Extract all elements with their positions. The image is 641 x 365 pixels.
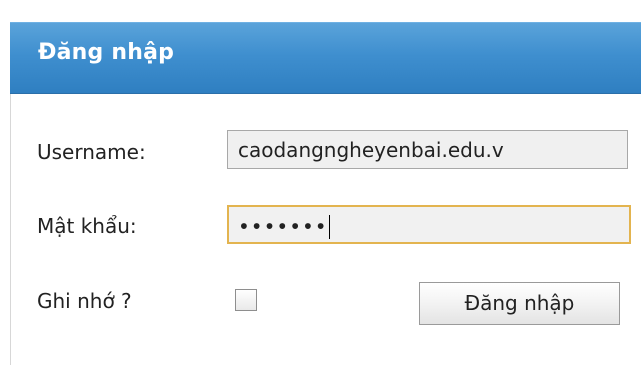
username-value: caodangngheyenbai.edu.v — [238, 138, 504, 162]
remember-checkbox[interactable] — [235, 289, 257, 311]
login-header: Đăng nhập — [10, 22, 641, 94]
login-title: Đăng nhập — [38, 40, 175, 65]
password-input[interactable]: ••••••• — [227, 205, 631, 244]
password-value: ••••••• — [238, 214, 328, 239]
password-label: Mật khẩu: — [37, 214, 137, 238]
text-caret — [328, 214, 330, 239]
username-input[interactable]: caodangngheyenbai.edu.v — [227, 130, 628, 169]
remember-label: Ghi nhớ ? — [37, 289, 132, 313]
login-button[interactable]: Đăng nhập — [419, 282, 620, 325]
username-label: Username: — [37, 140, 146, 164]
login-panel: Đăng nhập Username: caodangngheyenbai.ed… — [0, 0, 641, 365]
panel-left-border — [10, 94, 11, 365]
